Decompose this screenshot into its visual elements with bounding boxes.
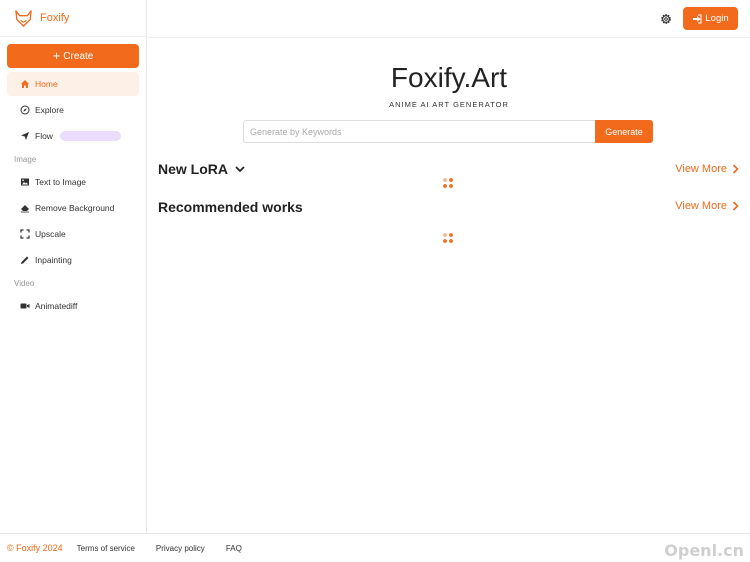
search-input[interactable] [243, 120, 595, 143]
expand-icon [20, 229, 30, 239]
sidebar: Foxify + Create Home Explore Flow Image [0, 0, 147, 533]
login-button[interactable]: Login [683, 7, 738, 30]
footer-link-privacy[interactable]: Privacy policy [156, 544, 205, 553]
send-icon [20, 131, 30, 141]
sidebar-item-label: Flow [35, 131, 53, 141]
sidebar-item-text-to-image[interactable]: Text to Image [7, 170, 139, 194]
sidebar-item-label: Home [35, 79, 58, 89]
sign-in-icon [693, 14, 702, 23]
sidebar-item-label: Text to Image [35, 177, 87, 187]
top-bar: Login [148, 0, 750, 38]
search-bar: Generate [243, 120, 653, 143]
view-more-label: View More [675, 200, 727, 212]
sidebar-item-label: Inpainting [35, 255, 72, 265]
recommended-heading: Recommended works [158, 199, 303, 215]
sidebar-item-remove-background[interactable]: Remove Background [7, 196, 139, 220]
section-title: Recommended works [158, 199, 303, 215]
view-more-label: View More [675, 163, 727, 175]
watermark-logo: Openl.cn [664, 541, 744, 560]
eraser-icon [20, 203, 30, 213]
sidebar-item-label: Explore [35, 105, 64, 115]
sidebar-item-label: Animatediff [35, 301, 78, 311]
page-title: Foxify.Art [390, 62, 508, 93]
image-nav: Text to Image Remove Background Upscale … [7, 170, 139, 272]
flow-badge [59, 131, 121, 141]
login-label: Login [705, 13, 729, 24]
copyright: © Foxify 2024 [7, 543, 63, 553]
loading-spinner-icon [443, 233, 453, 243]
video-icon [20, 301, 30, 311]
main-nav: Home Explore Flow [7, 72, 139, 148]
compass-icon [20, 105, 30, 115]
sidebar-item-upscale[interactable]: Upscale [7, 222, 139, 246]
view-more-link-lora[interactable]: View More [675, 163, 739, 175]
sidebar-item-explore[interactable]: Explore [7, 98, 139, 122]
sidebar-item-inpainting[interactable]: Inpainting [7, 248, 139, 272]
brand[interactable]: Foxify [0, 0, 146, 37]
new-lora-heading[interactable]: New LoRA [158, 161, 246, 177]
section-title: New LoRA [158, 161, 228, 177]
gear-icon[interactable] [659, 12, 673, 26]
loading-spinner-icon [443, 178, 453, 188]
sidebar-item-label: Remove Background [35, 203, 115, 213]
create-label: Create [63, 50, 94, 62]
create-button[interactable]: + Create [7, 44, 139, 68]
brand-name: Foxify [40, 12, 70, 24]
sidebar-item-animatediff[interactable]: Animatediff [7, 294, 139, 318]
home-icon [20, 79, 30, 89]
chevron-right-icon [732, 164, 739, 174]
section-label-image: Image [14, 155, 37, 164]
page-subtitle: ANIME AI ART GENERATOR [389, 100, 509, 109]
generate-button[interactable]: Generate [595, 120, 653, 143]
section-label-video: Video [14, 279, 35, 288]
plus-icon: + [52, 48, 61, 63]
footer-link-terms[interactable]: Terms of service [77, 544, 135, 553]
footer: © Foxify 2024 Terms of service Privacy p… [0, 533, 750, 562]
fox-logo-icon [15, 9, 32, 27]
pencil-icon [20, 255, 30, 265]
sidebar-item-flow[interactable]: Flow [7, 124, 139, 148]
sidebar-item-label: Upscale [35, 229, 66, 239]
sidebar-item-home[interactable]: Home [7, 72, 139, 96]
video-nav: Animatediff [7, 294, 139, 318]
chevron-down-icon [235, 166, 245, 173]
view-more-link-recommended[interactable]: View More [675, 200, 739, 212]
image-icon [20, 177, 30, 187]
chevron-right-icon [732, 201, 739, 211]
footer-link-faq[interactable]: FAQ [226, 544, 242, 553]
